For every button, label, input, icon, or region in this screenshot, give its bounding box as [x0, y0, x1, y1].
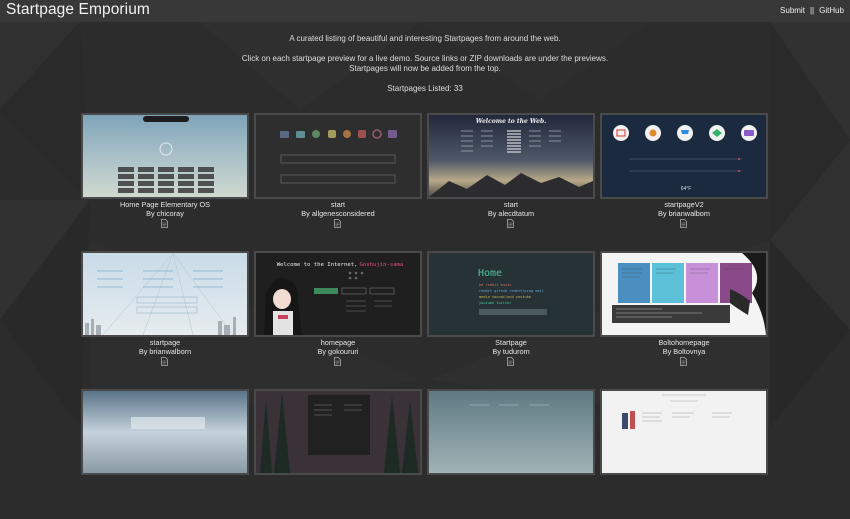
card-title: start [503, 200, 519, 209]
startpage-card: 64°F startpageV2 By brianwalbom [600, 113, 768, 243]
preview-thumbnail[interactable] [81, 113, 249, 199]
card-title: Startpage [495, 338, 527, 347]
card-title: homepage [320, 338, 356, 347]
preview-temperature: 64°F [681, 186, 692, 192]
startpage-card: startpage By brianwalborn [81, 251, 249, 381]
preview-thumbnail[interactable] [600, 251, 768, 337]
preview-thumbnail[interactable]: Home be reddit music reddit github reddi… [427, 251, 595, 337]
document-icon[interactable] [334, 357, 341, 366]
startpage-card [600, 389, 768, 519]
preview-thumbnail[interactable]: Welcome to the Internet, Goshujin-sama [254, 251, 422, 337]
preview-thumbnail[interactable] [81, 251, 249, 337]
preview-thumbnail[interactable]: 64°F [600, 113, 768, 199]
preview-thumbnail[interactable]: Welcome to the Web. [427, 113, 595, 199]
preview-thumbnail[interactable] [254, 389, 422, 475]
svg-text:media soundcloud youtube: media soundcloud youtube [479, 295, 531, 299]
card-author: By tudurom [492, 347, 530, 356]
card-title: Home Page Elementary OS [119, 200, 211, 209]
document-icon[interactable] [507, 219, 514, 228]
startpage-count: Startpages Listed: 33 [387, 84, 463, 93]
card-author: By allgenesconsidered [301, 209, 375, 218]
nav-github-link[interactable]: GitHub [819, 6, 844, 15]
nav-submit-link[interactable]: Submit [780, 6, 805, 15]
nav-separator: || [809, 6, 815, 15]
preview-heading: Welcome to the Web. [476, 118, 547, 125]
preview-thumbnail[interactable] [81, 389, 249, 475]
document-icon[interactable] [161, 357, 168, 366]
card-title: start [330, 200, 346, 209]
card-author: By gokoururi [317, 347, 359, 356]
startpage-card: start By allgenesconsidered [254, 113, 422, 243]
svg-text:be reddit music: be reddit music [479, 283, 511, 287]
preview-thumbnail[interactable] [600, 389, 768, 475]
svg-text:youtube twitter: youtube twitter [479, 301, 512, 305]
card-title: startpage [149, 338, 181, 347]
document-icon[interactable] [507, 357, 514, 366]
preview-thumbnail[interactable] [254, 113, 422, 199]
intro-description: A curated listing of beautiful and inter… [289, 34, 561, 43]
card-author: By Boltovnya [662, 347, 706, 356]
count-section: Startpages Listed: 33 [0, 84, 850, 94]
card-author: By brianwalborn [138, 347, 192, 356]
preview-heading: Welcome to the Internet, [277, 262, 358, 268]
startpage-card: Boltohomepage By Boltovnya [600, 251, 768, 381]
svg-text:Welcome to the Internet,Goshuj: Welcome to the Internet, Goshujin-sama [277, 262, 404, 268]
card-title: Boltohomepage [658, 338, 710, 347]
document-icon[interactable] [161, 219, 168, 228]
card-author: By alecdtatum [487, 209, 535, 218]
startpage-card [81, 389, 249, 519]
site-title[interactable]: Startpage Emporium [6, 1, 150, 19]
startpage-card: Home Page Elementary OS By chicoray [81, 113, 249, 243]
startpage-card [427, 389, 595, 519]
preview-heading-name: Goshujin-sama [360, 262, 404, 268]
card-author: By chicoray [146, 209, 184, 218]
intro-instruction-line: Click on each startpage preview for a li… [241, 54, 609, 63]
preview-heading: Home [478, 268, 502, 279]
nav-links: Submit || GitHub [780, 6, 844, 15]
document-icon[interactable] [680, 219, 687, 228]
startpage-card: Welcome to the Internet, Goshujin-sama ho… [254, 251, 422, 381]
intro-update-line: Startpages will now be added from the to… [349, 64, 501, 73]
startpage-card: Home be reddit music reddit github reddi… [427, 251, 595, 381]
intro-section: A curated listing of beautiful and inter… [0, 34, 850, 44]
startpage-card [254, 389, 422, 519]
document-icon[interactable] [680, 357, 687, 366]
svg-text:reddit github reddit/prog m: reddit github reddit/prog mail [479, 289, 544, 293]
top-navbar: Startpage Emporium Submit || GitHub [0, 0, 850, 22]
intro-instructions: Click on each startpage preview for a li… [0, 54, 850, 74]
document-icon[interactable] [334, 219, 341, 228]
card-author: By brianwalbom [658, 209, 710, 218]
preview-thumbnail[interactable] [427, 389, 595, 475]
card-title: startpageV2 [664, 200, 704, 209]
startpage-card: Welcome to the Web. start By alecdtatum [427, 113, 595, 243]
